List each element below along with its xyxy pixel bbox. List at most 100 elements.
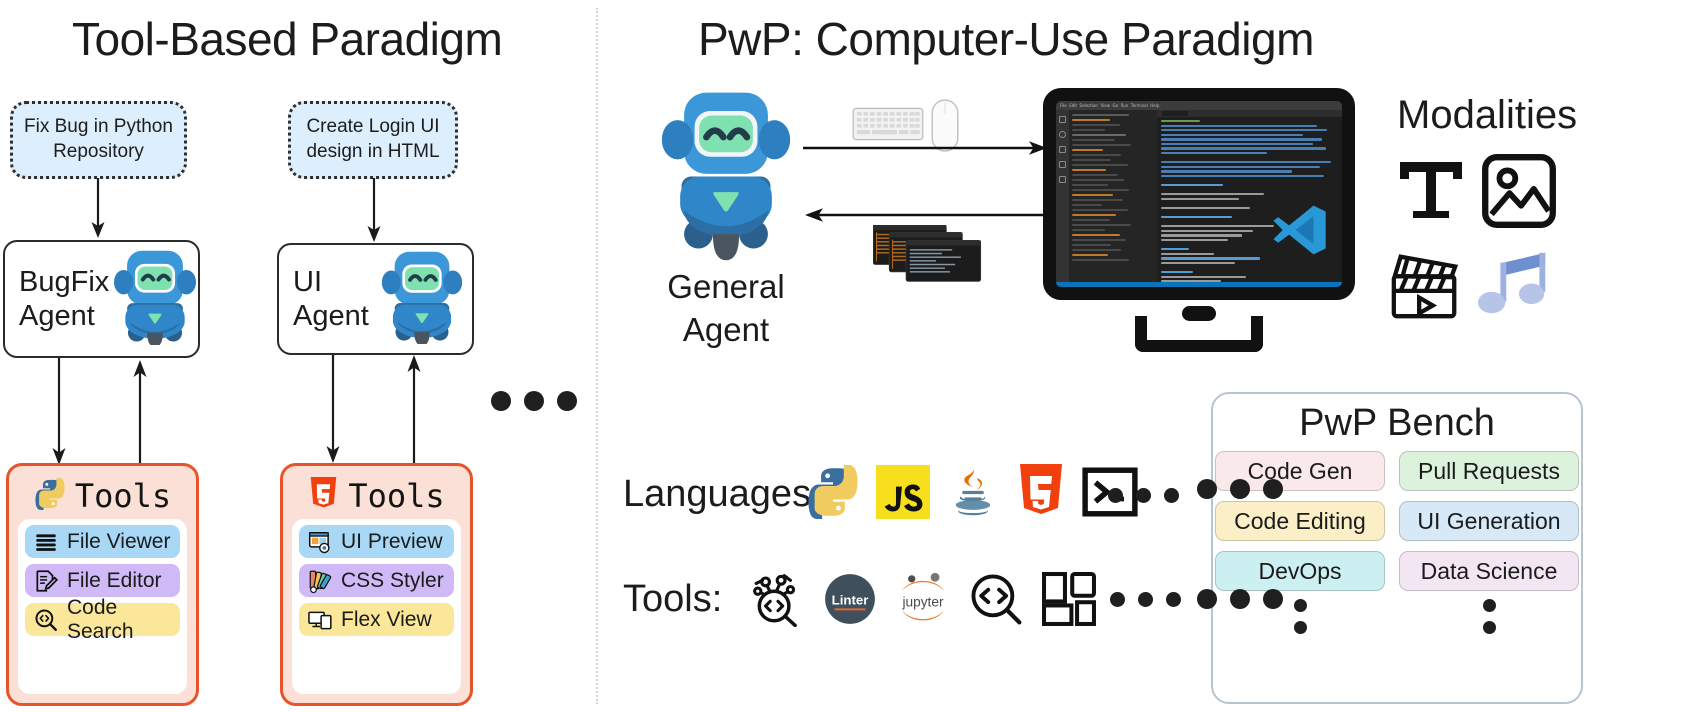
dot [1263, 589, 1283, 609]
audio-icon [1477, 248, 1555, 325]
tool-chip-file-editor[interactable]: File Editor [25, 564, 180, 597]
desktop-monitor-icon[interactable]: File Edit Selection View Go Run Terminal… [1043, 88, 1355, 352]
debug-icon [1059, 161, 1066, 168]
dot [1230, 589, 1250, 609]
components-icon [1040, 570, 1098, 633]
dot [1164, 488, 1179, 503]
left-more-indicator [491, 391, 577, 411]
tools-panel-title: Tools [74, 477, 172, 515]
java-icon [946, 465, 1000, 524]
agent-box-ui[interactable]: UI Agent [277, 243, 474, 355]
bench-more-indicator-lower [1197, 589, 1283, 609]
arrow-agent-to-computer [803, 141, 1047, 155]
bench-chip-label: Pull Requests [1418, 457, 1560, 484]
arrow-task-to-bugfix-agent [91, 178, 105, 238]
agent-label-ui: UI Agent [293, 265, 369, 332]
linter-icon: Linter [822, 571, 878, 632]
jupyter-icon: jupyter [894, 570, 952, 633]
bench-chip-label: Code Editing [1234, 507, 1366, 534]
dot [1136, 488, 1151, 503]
html5-icon [1016, 464, 1066, 525]
dot [1230, 479, 1250, 499]
languages-label: Languages: [623, 473, 822, 515]
bench-chip-label: UI Generation [1417, 507, 1561, 534]
files-icon [1059, 116, 1066, 123]
dot [1197, 589, 1217, 609]
vscode-activity-bar [1056, 110, 1069, 287]
code-search-icon [968, 571, 1024, 632]
dot [1197, 479, 1217, 499]
task-bubble-bugfix: Fix Bug in Python Repository [10, 101, 187, 179]
dot [524, 391, 544, 411]
tool-chip-code-search[interactable]: Code Search [25, 596, 180, 643]
tool-chip-label: Code Search [67, 595, 134, 643]
pwp-bench-title: PwP Bench [1299, 402, 1495, 444]
task-bubble-ui: Create Login UI design in HTML [288, 101, 458, 179]
bench-chip-data-science[interactable]: Data Science [1399, 551, 1579, 591]
monitor-stand [1135, 316, 1263, 352]
vscode-icon [1273, 205, 1326, 255]
tool-chip-ui-preview[interactable]: UI Preview [299, 525, 454, 558]
html5-icon [308, 476, 339, 516]
dot [1166, 592, 1181, 607]
dot [557, 391, 577, 411]
arrow-ui-agent-to-tools [326, 355, 421, 469]
tool-chip-label: CSS Styler [341, 568, 444, 592]
dot [1110, 592, 1125, 607]
tool-chip-file-viewer[interactable]: File Viewer [25, 525, 180, 558]
bench-chip-code-editing[interactable]: Code Editing [1215, 501, 1385, 541]
tools-more-indicator [1110, 592, 1181, 607]
bench-chip-pull-requests[interactable]: Pull Requests [1399, 451, 1579, 491]
bench-chip-ui-generation[interactable]: UI Generation [1399, 501, 1579, 541]
image-icon [1481, 153, 1557, 234]
vscode-explorer [1069, 110, 1157, 287]
right-panel-title: PwP: Computer-Use Paradigm [698, 13, 1314, 65]
arrow-computer-to-agent [805, 208, 1049, 222]
robot-icon [660, 90, 792, 281]
svg-text:jupyter: jupyter [901, 594, 944, 609]
python-icon [806, 465, 860, 524]
extensions-icon [1059, 176, 1066, 183]
tool-chip-flex-view[interactable]: Flex View [299, 603, 454, 636]
dot [491, 391, 511, 411]
dot [1108, 488, 1123, 503]
tools-panel-html: Tools UI Preview CSS Styler Flex View [280, 463, 473, 706]
browser-eye-icon [307, 529, 333, 555]
tool-chip-css-styler[interactable]: CSS Styler [299, 564, 454, 597]
bench-chip-devops[interactable]: DevOps [1215, 551, 1385, 591]
vscode-menubar: File Edit Selection View Go Run Terminal… [1060, 103, 1160, 108]
text-icon [1395, 155, 1467, 232]
dot [1263, 479, 1283, 499]
pwp-bench-chip-grid: Code Gen Pull Requests Code Editing UI G… [1215, 451, 1579, 591]
tool-chip-label: File Viewer [67, 529, 171, 553]
javascript-icon [876, 465, 930, 524]
languages-icon-row [806, 464, 1138, 525]
vertical-dots [1293, 599, 1307, 634]
tools-panel-header: Tools [18, 473, 187, 519]
agent-box-bugfix[interactable]: BugFix Agent [3, 240, 200, 358]
editor-tab[interactable] [1162, 111, 1188, 116]
robot-icon [111, 249, 199, 350]
general-agent-label: General Agent [667, 268, 785, 348]
tools-row-label: Tools: [623, 578, 723, 620]
tools-panel-header: Tools [292, 473, 461, 519]
modalities-label: Modalities [1397, 93, 1578, 137]
video-icon [1387, 247, 1463, 328]
search-icon [1059, 131, 1066, 138]
general-agent[interactable] [660, 90, 792, 281]
vertical-dots [1482, 599, 1496, 634]
pwp-bench-panel: PwP Bench Code Gen Pull Requests Code Ed… [1211, 392, 1583, 704]
arrow-bugfix-agent-to-tools [52, 358, 147, 470]
tool-chip-label: File Editor [67, 568, 162, 592]
list-lines-icon [33, 529, 59, 555]
vscode-status-bar [1056, 282, 1342, 287]
tools-panel-title: Tools [348, 477, 445, 515]
tool-chip-label: UI Preview [341, 529, 443, 553]
vscode-editor [1157, 110, 1342, 287]
tools-list: File Viewer File Editor Code Search [18, 519, 187, 694]
svg-text:Linter: Linter [832, 592, 869, 607]
bench-chip-label: Data Science [1420, 557, 1558, 584]
tool-chip-label: Flex View [341, 607, 432, 631]
languages-more-indicator [1108, 488, 1179, 503]
arrow-task-to-ui-agent [367, 178, 381, 242]
